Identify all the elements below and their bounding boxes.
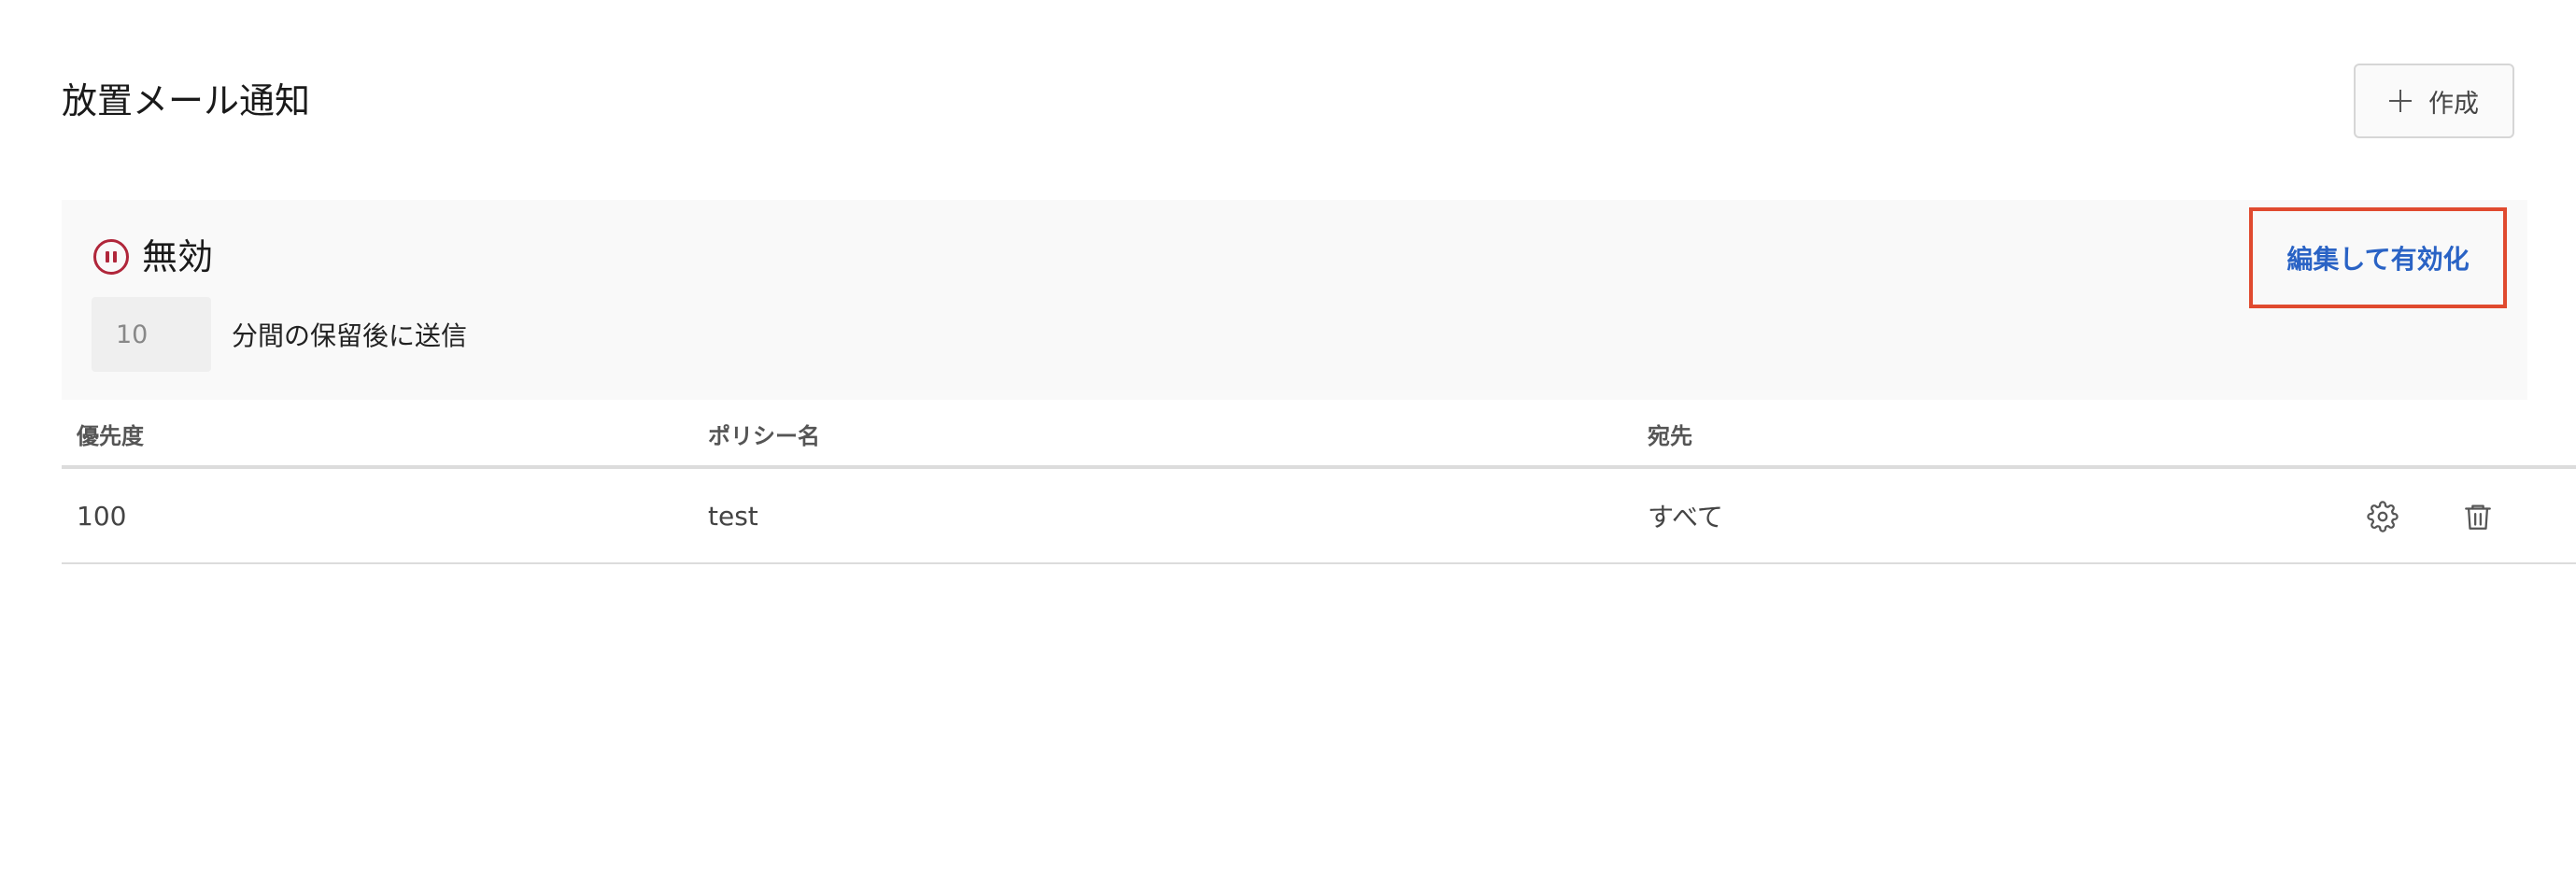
delay-minutes-input[interactable] (92, 297, 211, 372)
delay-row: 分間の保留後に送信 (92, 297, 467, 372)
cell-priority: 100 (62, 467, 693, 564)
status-label: 無効 (142, 236, 214, 277)
cell-destination: すべて (1633, 467, 2339, 564)
column-header-destination: 宛先 (1633, 402, 2339, 469)
page-header: 放置メール通知 作成 (62, 64, 2514, 142)
pause-icon (93, 239, 129, 275)
column-header-priority: 優先度 (62, 402, 693, 469)
plus-icon (2389, 90, 2412, 112)
column-header-actions (2339, 402, 2576, 469)
gear-icon[interactable] (2367, 501, 2399, 532)
delay-suffix-text: 分間の保留後に送信 (232, 320, 468, 351)
edit-enable-link[interactable]: 編集して有効化 (2249, 207, 2507, 308)
cell-policy-name: test (693, 467, 1633, 564)
status-row: 無効 (93, 235, 213, 278)
trash-icon[interactable] (2462, 501, 2494, 532)
page-title: 放置メール通知 (62, 80, 311, 121)
column-header-policy-name: ポリシー名 (693, 402, 1633, 469)
table-row: 100 test すべて (62, 467, 2576, 564)
cell-actions (2339, 467, 2576, 564)
policy-table: 優先度 ポリシー名 宛先 100 test すべて (62, 402, 2576, 564)
create-button-label: 作成 (2428, 89, 2479, 119)
table-header-row: 優先度 ポリシー名 宛先 (62, 402, 2576, 469)
status-panel: 無効 分間の保留後に送信 編集して有効化 (62, 200, 2527, 400)
create-button[interactable]: 作成 (2354, 64, 2514, 138)
